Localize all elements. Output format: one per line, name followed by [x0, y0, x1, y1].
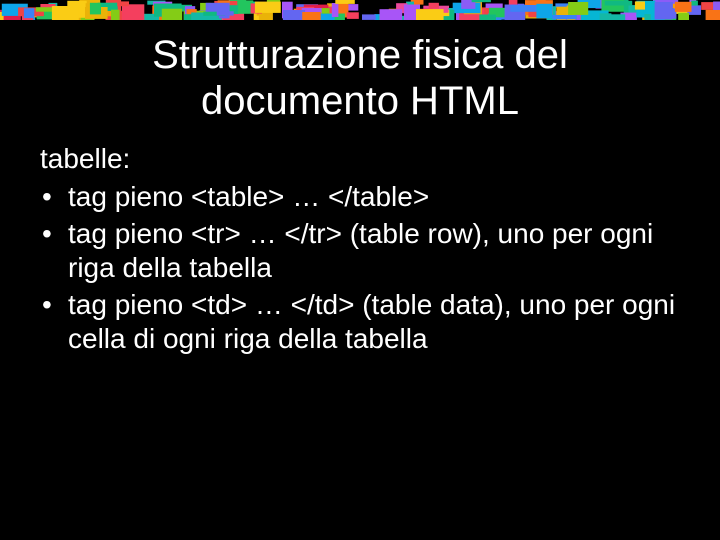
- slide: Strutturazione fisica del documento HTML…: [0, 0, 720, 540]
- slide-body: tabelle: tag pieno <table> … </table> ta…: [40, 142, 680, 356]
- bullet-list: tag pieno <table> … </table> tag pieno <…: [40, 180, 680, 356]
- lead-text: tabelle:: [40, 142, 680, 176]
- slide-title: Strutturazione fisica del documento HTML: [60, 32, 660, 124]
- list-item: tag pieno <tr> … </tr> (table row), uno …: [40, 217, 680, 284]
- list-item: tag pieno <td> … </td> (table data), uno…: [40, 288, 680, 355]
- decorative-top-bar: [0, 0, 720, 20]
- list-item: tag pieno <table> … </table>: [40, 180, 680, 214]
